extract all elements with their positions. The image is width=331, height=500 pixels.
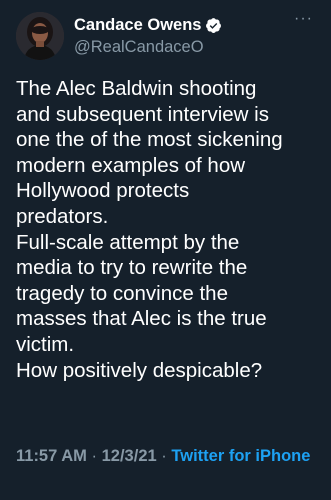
author-handle[interactable]: @RealCandaceO — [74, 38, 222, 57]
author-names: Candace Owens @RealCandaceO — [74, 14, 222, 57]
more-horizontal-icon[interactable]: ··· — [294, 11, 313, 27]
avatar[interactable] — [16, 12, 64, 60]
tweet-date[interactable]: 12/3/21 — [102, 447, 157, 465]
tweet: Candace Owens @RealCandaceO ··· The Alec… — [0, 0, 331, 500]
tweet-text: The Alec Baldwin shooting and subsequent… — [16, 77, 283, 382]
tweet-source-link[interactable]: Twitter for iPhone — [171, 447, 310, 465]
meta-separator: · — [91, 447, 98, 465]
tweet-metadata: 11:57 AM · 12/3/21 · Twitter for iPhone — [16, 446, 316, 467]
display-name-row: Candace Owens — [74, 14, 222, 36]
display-name[interactable]: Candace Owens — [74, 16, 201, 35]
meta-separator-2: · — [161, 447, 167, 465]
tweet-time[interactable]: 11:57 AM — [16, 447, 87, 465]
tweet-header: Candace Owens @RealCandaceO ··· — [16, 11, 315, 62]
avatar-image — [16, 12, 64, 60]
verified-badge-icon — [205, 17, 222, 34]
